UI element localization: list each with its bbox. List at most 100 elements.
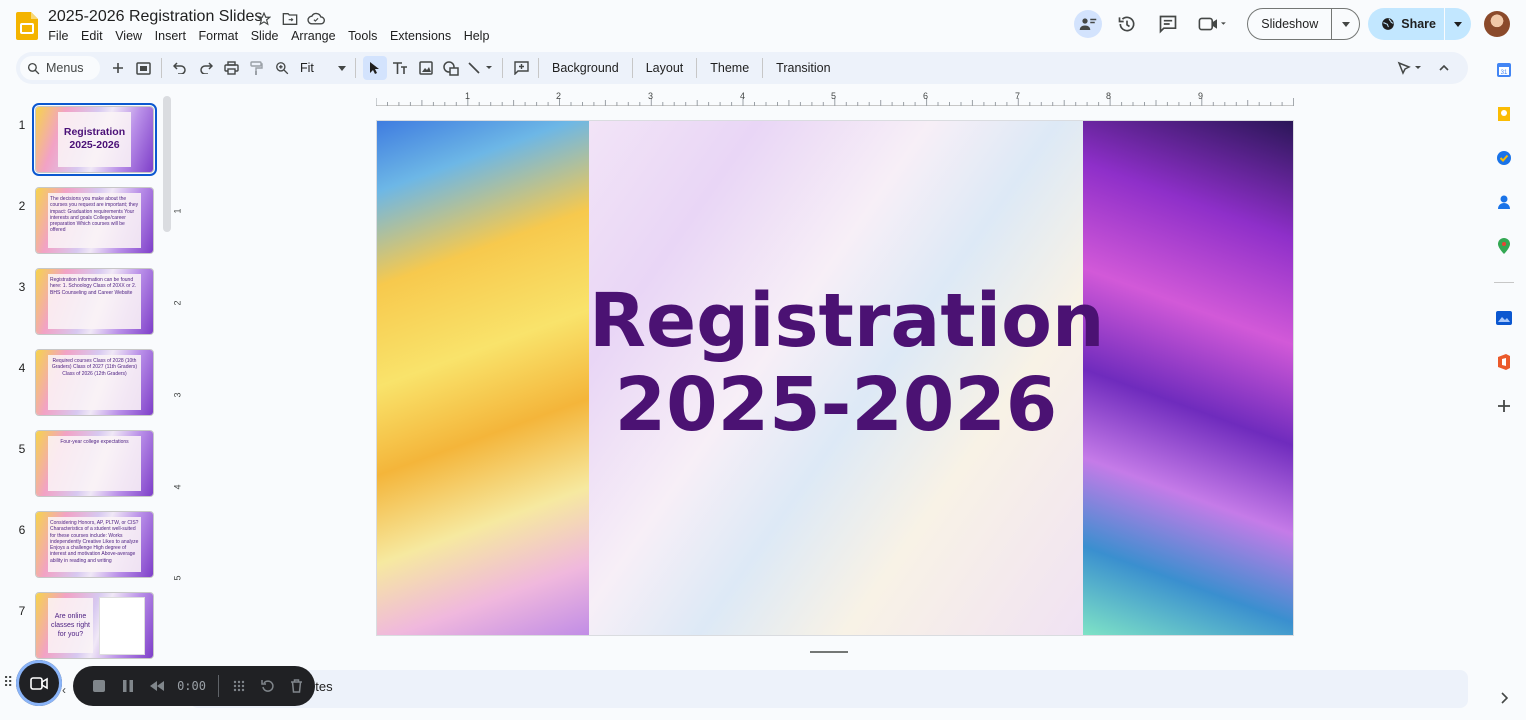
thumbnail-row[interactable]: 3 Registration information can be found … (0, 266, 170, 338)
print-icon[interactable] (219, 56, 243, 80)
calendar-icon[interactable]: 31 (1494, 60, 1514, 80)
slide-thumbnail-5[interactable]: Four-year college expectations (35, 430, 154, 497)
ruler-number: 4 (172, 484, 183, 490)
tasks-icon[interactable] (1494, 148, 1514, 168)
slide-number: 6 (18, 523, 26, 537)
toolbar: Menus Fit Background Layout Theme Transi… (16, 52, 1468, 84)
video-camera-icon (30, 676, 48, 690)
move-folder-icon[interactable] (280, 9, 300, 29)
user-avatar[interactable] (1484, 11, 1510, 37)
thumbnail-row[interactable]: 7 Are online classes right for you? (0, 590, 170, 662)
slides-logo-icon[interactable] (16, 12, 38, 40)
notes-resize-handle[interactable] (810, 651, 848, 653)
zoom-icon[interactable] (270, 56, 294, 80)
menu-view[interactable]: View (109, 28, 148, 44)
slide-thumbnail-3[interactable]: Registration information can be found he… (35, 268, 154, 335)
menu-arrange[interactable]: Arrange (285, 28, 342, 44)
menu-slide[interactable]: Slide (244, 28, 284, 44)
slideshow-label[interactable]: Slideshow (1248, 9, 1333, 39)
menu-edit[interactable]: Edit (75, 28, 109, 44)
line-tool-icon[interactable] (465, 56, 497, 80)
contacts-icon[interactable] (1494, 192, 1514, 212)
background-button[interactable]: Background (544, 61, 627, 75)
search-label: Menus (46, 61, 84, 75)
grid-icon[interactable] (229, 675, 250, 697)
thumbnail-row[interactable]: 5 Four-year college expectations (0, 428, 170, 500)
slide-thumbnail-4[interactable]: Required courses Class of 2028 (10th Gra… (35, 349, 154, 416)
meet-call-icon[interactable] (1193, 8, 1233, 40)
text-box-icon[interactable] (388, 56, 412, 80)
zoom-value: Fit (300, 61, 314, 75)
new-slide-icon[interactable] (106, 56, 130, 80)
ruler-number: 1 (172, 208, 183, 214)
star-icon[interactable] (254, 9, 274, 29)
slide-canvas[interactable]: Registration 2025-2026 (376, 120, 1294, 636)
present-to-meeting-icon[interactable] (1074, 10, 1103, 38)
document-title[interactable]: 2025-2026 Registration Slides (48, 8, 262, 26)
redo-icon[interactable] (194, 56, 218, 80)
theme-button[interactable]: Theme (702, 61, 757, 75)
slideshow-dropdown-icon[interactable] (1332, 9, 1359, 39)
slide-thumbnail-6[interactable]: Considering Honors, AP, PLTW, or CIS? Ch… (35, 511, 154, 578)
slideshow-button[interactable]: Slideshow (1247, 8, 1361, 40)
addon-slides-icon[interactable] (1494, 308, 1514, 328)
comments-icon[interactable] (1152, 8, 1184, 40)
expand-panel-icon[interactable] (1494, 688, 1514, 708)
ruler-number: 1 (465, 91, 471, 101)
cloud-status-icon[interactable] (306, 9, 326, 29)
keep-icon[interactable] (1494, 104, 1514, 124)
slide-number: 3 (18, 280, 26, 294)
add-addon-icon[interactable] (1494, 396, 1514, 416)
menu-format[interactable]: Format (192, 28, 244, 44)
slide-layout-icon[interactable] (132, 56, 156, 80)
search-icon (27, 62, 40, 74)
version-history-icon[interactable] (1111, 8, 1143, 40)
collapse-toolbar-icon[interactable] (1432, 56, 1456, 80)
slide-thumbnail-2[interactable]: The decisions you make about the courses… (35, 187, 154, 254)
thumbnail-row[interactable]: 6 Considering Honors, AP, PLTW, or CIS? … (0, 509, 170, 581)
shape-icon[interactable] (439, 56, 463, 80)
filmstrip-scrollbar[interactable] (163, 96, 171, 232)
stop-icon[interactable] (89, 675, 110, 697)
menu-bar: File Edit View Insert Format Slide Arran… (42, 28, 496, 44)
layout-button[interactable]: Layout (638, 61, 692, 75)
horizontal-ruler[interactable]: 1 2 3 4 5 6 7 8 9 (376, 90, 1294, 106)
slide-thumbnail-7[interactable]: Are online classes right for you? (35, 592, 154, 659)
speaker-notes-bar[interactable]: otes (190, 670, 1468, 708)
paint-format-icon[interactable] (245, 56, 269, 80)
menu-extensions[interactable]: Extensions (384, 28, 458, 44)
menu-tools[interactable]: Tools (342, 28, 384, 44)
menu-insert[interactable]: Insert (148, 28, 192, 44)
share-dropdown-icon[interactable] (1445, 8, 1471, 40)
maps-icon[interactable] (1494, 236, 1514, 256)
chevron-left-icon[interactable]: ‹ (62, 683, 66, 697)
slide-title-textbox[interactable]: Registration 2025-2026 (589, 279, 1105, 448)
ruler-number: 2 (556, 91, 562, 101)
rewind-icon[interactable] (146, 675, 167, 697)
add-comment-icon[interactable] (509, 56, 533, 80)
slide-title-line-2: 2025-2026 (614, 362, 1058, 448)
pause-icon[interactable] (118, 675, 139, 697)
restart-icon[interactable] (258, 675, 279, 697)
editing-mode-icon[interactable] (1395, 56, 1427, 80)
thumbnail-text: Considering Honors, AP, PLTW, or CIS? Ch… (50, 520, 139, 564)
side-panel: 31 (1482, 52, 1526, 720)
menu-help[interactable]: Help (457, 28, 495, 44)
insert-image-icon[interactable] (414, 56, 438, 80)
thumbnail-row[interactable]: 2 The decisions you make about the cours… (0, 185, 170, 257)
undo-icon[interactable] (168, 56, 192, 80)
share-button[interactable]: Share (1368, 8, 1471, 40)
zoom-select[interactable]: Fit (294, 61, 350, 75)
addon-office-icon[interactable] (1494, 352, 1514, 372)
camera-bubble[interactable] (16, 660, 62, 706)
select-tool-icon[interactable] (362, 56, 387, 80)
menu-file[interactable]: File (42, 28, 75, 44)
transition-button[interactable]: Transition (768, 61, 838, 75)
slide-thumbnail-1[interactable]: Registration 2025-2026 (32, 103, 157, 176)
menu-search[interactable]: Menus (20, 56, 100, 80)
delete-icon[interactable] (286, 675, 307, 697)
thumbnail-row[interactable]: 4 Required courses Class of 2028 (10th G… (0, 347, 170, 419)
vertical-ruler[interactable]: 1 2 3 4 5 (173, 120, 187, 636)
drag-handle-icon[interactable]: ⠿ (3, 674, 13, 691)
thumbnail-row[interactable]: 1 Registration 2025-2026 (0, 103, 170, 176)
